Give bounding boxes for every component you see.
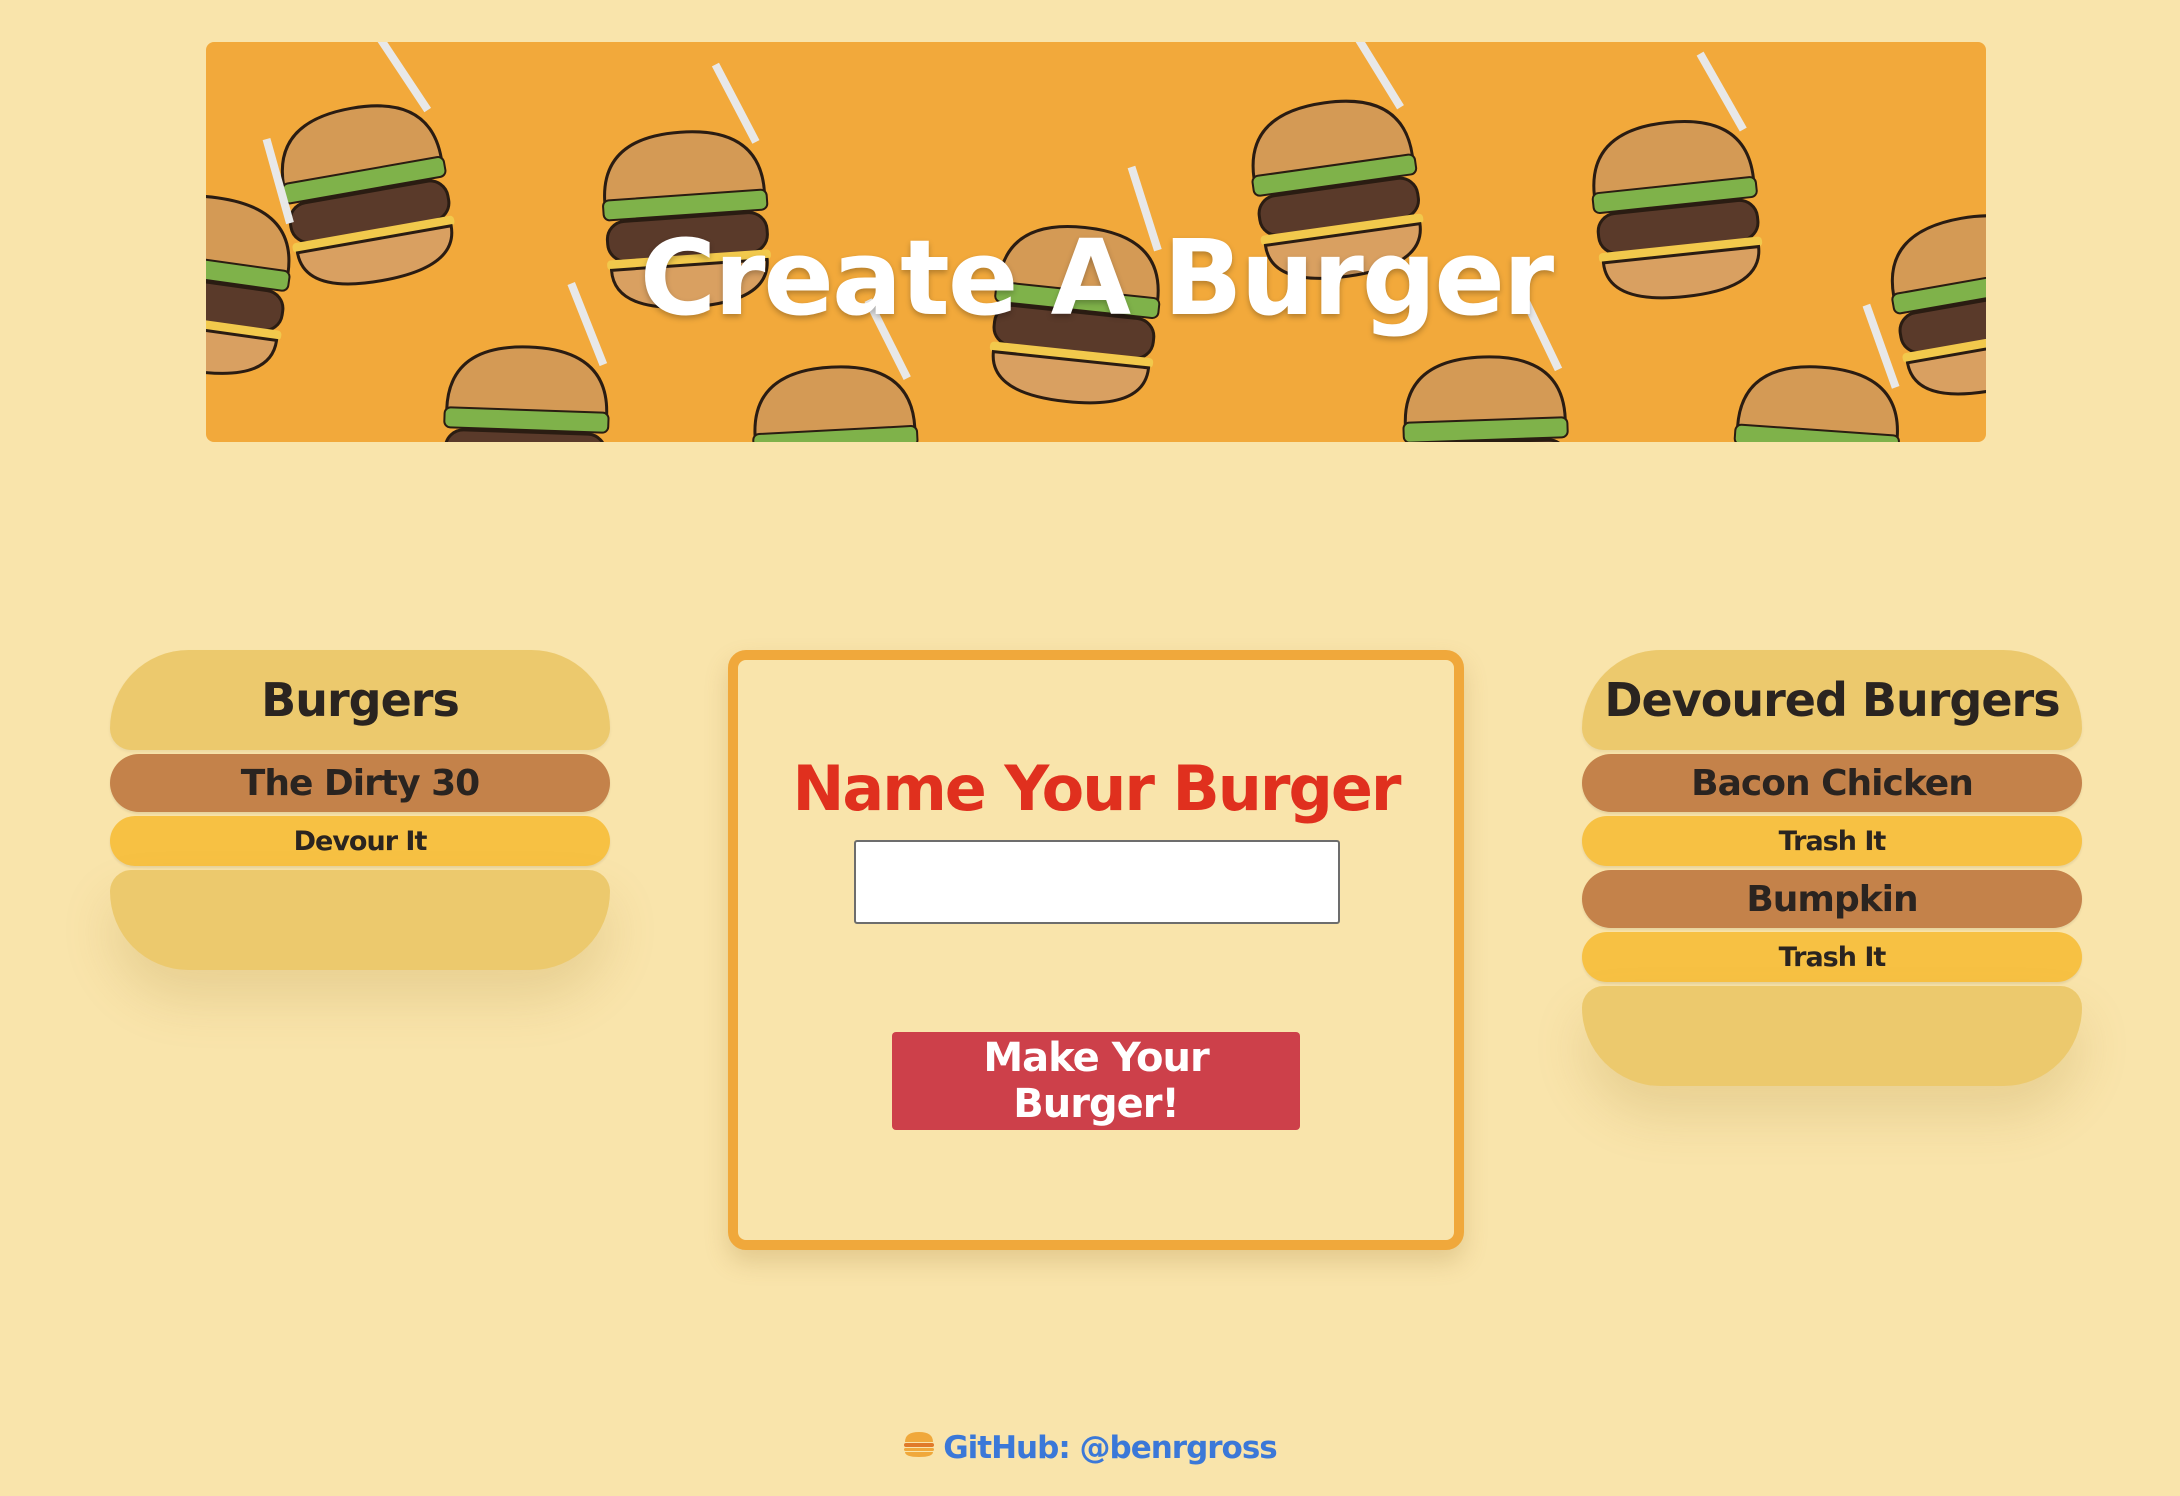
burgers-panel-bottom-bun	[110, 870, 610, 970]
page: Create A Burger Burgers The Dirty 30 Dev…	[0, 0, 2180, 1496]
burger-icon	[903, 1430, 935, 1466]
devoured-panel-title: Devoured Burgers	[1582, 650, 2082, 750]
make-burger-button[interactable]: Make Your Burger!	[892, 1032, 1300, 1130]
github-link[interactable]: GitHub: @benrgross	[943, 1430, 1278, 1466]
trash-it-button[interactable]: Trash It	[1582, 932, 2082, 982]
burger-item-name: The Dirty 30	[110, 754, 610, 812]
burgers-panel-title: Burgers	[110, 650, 610, 750]
page-title: Create A Burger	[639, 217, 1554, 339]
burger-name-input[interactable]	[854, 840, 1340, 924]
burgers-panel: Burgers The Dirty 30 Devour It	[110, 650, 610, 970]
form-heading: Name Your Burger	[792, 752, 1401, 825]
devoured-burgers-panel: Devoured Burgers Bacon Chicken Trash It …	[1582, 650, 2082, 1086]
footer: GitHub: @benrgross	[0, 1430, 2180, 1466]
devoured-item-name: Bumpkin	[1582, 870, 2082, 928]
devoured-item-name: Bacon Chicken	[1582, 754, 2082, 812]
trash-it-button[interactable]: Trash It	[1582, 816, 2082, 866]
create-burger-form: Name Your Burger Make Your Burger!	[728, 650, 1464, 1250]
header-banner: Create A Burger	[206, 42, 1986, 442]
devour-it-button[interactable]: Devour It	[110, 816, 610, 866]
devoured-panel-bottom-bun	[1582, 986, 2082, 1086]
